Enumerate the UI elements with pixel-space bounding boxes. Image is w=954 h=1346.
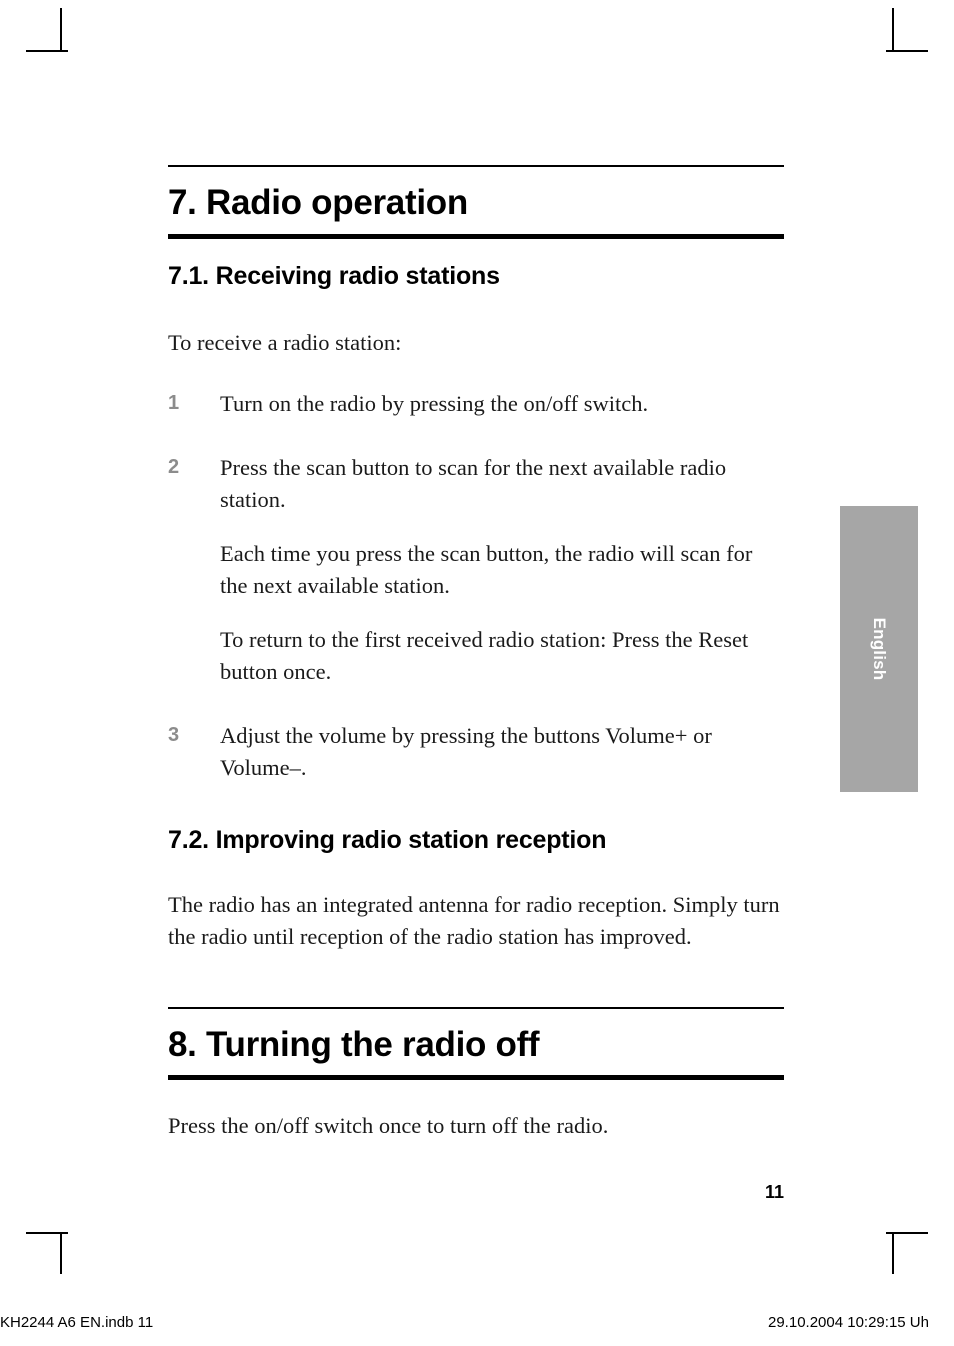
crop-mark-bottom-left-horizontal bbox=[26, 1232, 68, 1234]
step-paragraph: Turn on the radio by pressing the on/off… bbox=[220, 391, 649, 417]
list-item: 2 Press the scan button to scan for the … bbox=[168, 452, 784, 688]
crop-mark-top-left-horizontal bbox=[26, 50, 68, 52]
step-paragraph: Each time you press the scan button, the… bbox=[220, 541, 753, 599]
page-number: 11 bbox=[764, 1182, 784, 1203]
step-paragraph: Press the scan button to scan for the ne… bbox=[220, 455, 727, 513]
language-side-tab: English bbox=[840, 506, 918, 792]
list-item: 3 Adjust the volume by pressing the butt… bbox=[168, 720, 784, 784]
section-7-1-intro: To receive a radio station: bbox=[168, 329, 402, 355]
print-footer-left: KH2244 A6 EN.indb 11 bbox=[0, 1314, 154, 1331]
step-body: Press the scan button to scan for the ne… bbox=[220, 452, 784, 688]
print-footer-right: 29.10.2004 10:29:15 Uh bbox=[768, 1314, 929, 1331]
step-body: Turn on the radio by pressing the on/off… bbox=[220, 388, 784, 420]
step-number: 1 bbox=[168, 392, 180, 415]
list-item: 1 Turn on the radio by pressing the on/o… bbox=[168, 388, 784, 420]
section-7-1-heading: 7.1. Receiving radio stations bbox=[168, 261, 500, 290]
chapter7-title: 7. Radio operation bbox=[168, 183, 468, 222]
step-number: 3 bbox=[168, 724, 180, 746]
section-7-2-heading: 7.2. Improving radio station reception bbox=[168, 825, 607, 854]
step-number: 2 bbox=[168, 456, 180, 479]
chapter8-title: 8. Turning the radio off bbox=[168, 1024, 540, 1064]
step-body: Adjust the volume by pressing the button… bbox=[220, 720, 784, 784]
step-paragraph: Adjust the volume by pressing the button… bbox=[220, 723, 712, 780]
crop-mark-bottom-right-vertical bbox=[892, 1232, 894, 1274]
step-paragraph: To return to the first received radio st… bbox=[220, 627, 749, 685]
crop-mark-bottom-right-horizontal bbox=[886, 1232, 928, 1234]
section-7-1-steps: 1 Turn on the radio by pressing the on/o… bbox=[168, 388, 784, 783]
page-content: 7. Radio operation 7.1. Receiving radio … bbox=[168, 0, 784, 1206]
crop-mark-top-right-horizontal bbox=[886, 50, 928, 52]
crop-mark-top-right-vertical bbox=[892, 8, 894, 50]
section-7-2-body: The radio has an integrated antenna for … bbox=[168, 891, 780, 949]
language-side-tab-label: English bbox=[870, 617, 889, 681]
chapter8-body: Press the on/off switch once to turn off… bbox=[168, 1113, 609, 1139]
crop-mark-top-left-vertical bbox=[60, 8, 62, 50]
crop-mark-bottom-left-vertical bbox=[60, 1232, 62, 1274]
